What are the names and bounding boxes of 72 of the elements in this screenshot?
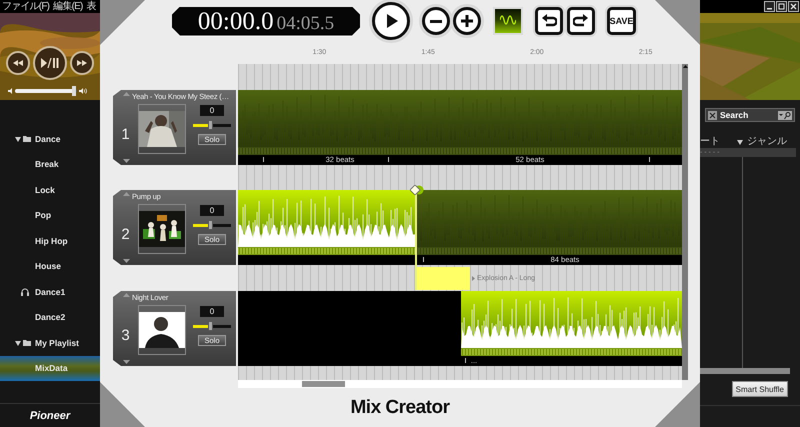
slider-thumb[interactable] — [208, 120, 214, 130]
volume-readout: 0 — [200, 205, 224, 216]
volume-thumb[interactable] — [72, 86, 76, 96]
undo-icon — [541, 13, 557, 29]
play-icon — [472, 276, 475, 280]
clear-icon[interactable] — [708, 110, 717, 120]
headphones-icon — [21, 288, 29, 296]
tree-item[interactable]: Lock — [0, 177, 100, 202]
undo-button[interactable] — [535, 7, 563, 35]
horizontal-scrollbar[interactable] — [700, 368, 790, 374]
effect-clip[interactable] — [415, 266, 470, 290]
play-pause-icon — [41, 58, 59, 68]
plus-icon — [459, 13, 475, 29]
horizontal-scrollbar[interactable] — [238, 380, 682, 388]
redo-icon — [573, 13, 589, 29]
vertical-scrollbar[interactable] — [682, 64, 688, 380]
folder-icon — [23, 136, 31, 142]
menu-item[interactable]: ファイル(F) — [2, 0, 50, 12]
maximize-icon — [777, 2, 786, 11]
tree-item[interactable]: Break — [0, 152, 100, 177]
menu-item[interactable]: 編集(E) — [53, 0, 83, 12]
menu-item[interactable]: 表 — [86, 0, 96, 12]
track-number: 3 — [121, 326, 130, 344]
smart-shuffle-button[interactable]: Smart Shuffle — [732, 381, 788, 397]
column-header[interactable]: ジャンル — [747, 136, 787, 148]
rewind-icon — [13, 60, 23, 66]
elapsed-time: 00:00.0 — [198, 8, 274, 34]
slider-thumb[interactable] — [208, 220, 214, 230]
minimize-button[interactable] — [764, 1, 775, 12]
volume-readout: 0 — [200, 105, 224, 116]
speaker-icon — [8, 88, 13, 94]
brand-logo: Pioneer — [30, 410, 70, 422]
tree-item[interactable]: Dance2 — [0, 304, 100, 330]
expanded-icon[interactable] — [15, 136, 21, 142]
minus-icon — [430, 20, 442, 22]
save-button[interactable]: SAVE — [607, 7, 636, 35]
marker-icon[interactable] — [410, 185, 424, 195]
slider-thumb[interactable] — [208, 321, 214, 331]
tree-item[interactable]: House — [0, 254, 100, 279]
down-arrow-icon[interactable] — [123, 259, 130, 263]
down-arrow-icon[interactable] — [123, 159, 130, 163]
zoom-out-button[interactable] — [422, 7, 450, 35]
close-button[interactable] — [788, 1, 799, 12]
tree-item[interactable]: MixData — [0, 356, 100, 381]
maximize-button[interactable] — [776, 1, 787, 12]
total-time: 04:05.5 — [276, 12, 334, 34]
play-button[interactable] — [372, 2, 410, 40]
folder-icon — [23, 340, 31, 346]
expanded-icon[interactable] — [15, 340, 21, 346]
tree-item[interactable]: Pop — [0, 202, 100, 228]
close-icon — [789, 2, 798, 11]
down-arrow-icon[interactable] — [123, 360, 130, 364]
scroll-thumb[interactable] — [302, 381, 345, 387]
tree-item[interactable]: Dance1 — [0, 279, 100, 304]
search-icon[interactable] — [778, 110, 792, 120]
tree-item[interactable]: Dance — [0, 126, 100, 152]
tree-item[interactable]: My Playlist — [0, 330, 100, 356]
scroll-up-icon[interactable] — [682, 65, 688, 68]
column-header[interactable]: ート — [700, 136, 737, 148]
search-field[interactable]: Search — [720, 110, 775, 120]
speaker-loud-icon — [79, 88, 87, 94]
zoom-in-button[interactable] — [453, 7, 481, 35]
sort-icon[interactable] — [737, 140, 743, 144]
tree-item[interactable]: Hip Hop — [0, 228, 100, 254]
volume-readout: 0 — [200, 306, 224, 317]
redo-button[interactable] — [567, 7, 595, 35]
window-title: Mix Creator — [350, 396, 450, 418]
fast-forward-icon — [77, 60, 87, 66]
track-number: 2 — [121, 226, 130, 242]
track-number: 1 — [121, 126, 130, 142]
search-box[interactable]: Search — [705, 108, 795, 122]
waveform-button[interactable] — [493, 7, 523, 35]
